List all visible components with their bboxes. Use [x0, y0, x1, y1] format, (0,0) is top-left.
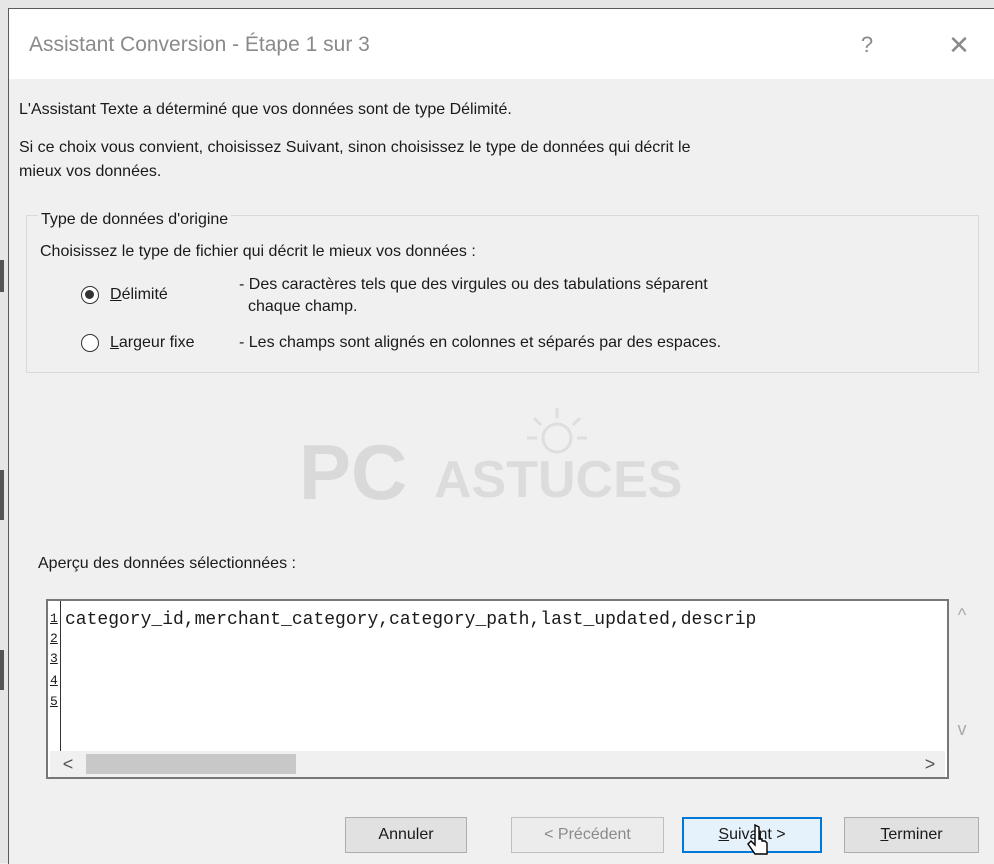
fixed-width-label-rest: argeur fixe — [118, 334, 195, 351]
sun-icon: PC ASTUCES — [299, 408, 682, 516]
intro-line-2: Si ce choix vous convient, choisissez Su… — [19, 139, 691, 156]
outer-left-edge — [0, 0, 8, 863]
intro-line-3: mieux vos données. — [19, 163, 162, 180]
next-accelerator: S — [718, 826, 730, 843]
scroll-right-arrow-icon[interactable]: > — [920, 754, 940, 774]
line-number: 3 — [50, 651, 58, 666]
delimited-accelerator: D — [110, 286, 122, 303]
delimited-description-line-2: chaque champ. — [248, 298, 358, 315]
title-bar: Assistant Conversion - Étape 1 sur 3 ? ✕ — [9, 9, 994, 79]
origin-type-legend: Type de données d'origine — [38, 211, 232, 229]
vertical-scrollbar[interactable]: ^ v — [952, 599, 972, 749]
fixed-width-accelerator: L — [110, 334, 119, 351]
window-edge-mark — [0, 470, 4, 520]
data-preview-pane[interactable]: 1 2 3 4 5 category_id,merchant_category,… — [46, 599, 949, 779]
line-number: 5 — [50, 694, 58, 709]
finish-button[interactable]: Terminer — [844, 817, 979, 853]
previous-button[interactable]: < Précédent — [511, 817, 664, 853]
close-button[interactable]: ✕ — [939, 27, 979, 63]
pc-astuces-watermark-logo: PC ASTUCES — [294, 404, 724, 516]
mouse-pointer-icon — [747, 823, 768, 855]
cancel-button[interactable]: Annuler — [345, 817, 467, 853]
scroll-up-arrow-icon[interactable]: ^ — [952, 605, 972, 625]
delimited-label-rest: élimité — [121, 286, 168, 303]
horizontal-scroll-thumb[interactable] — [86, 754, 296, 774]
delimited-radio[interactable] — [81, 286, 99, 304]
origin-type-prompt: Choisissez le type de fichier qui décrit… — [40, 243, 476, 260]
scroll-left-arrow-icon[interactable]: < — [58, 754, 78, 774]
svg-text:PC: PC — [299, 428, 407, 514]
finish-label-rest: erminer — [888, 826, 943, 843]
window-edge-mark — [0, 650, 4, 690]
delimited-label[interactable]: Délimité — [110, 285, 168, 305]
line-number: 4 — [50, 673, 58, 688]
preview-label: Aperçu des données sélectionnées : — [38, 555, 296, 572]
delimited-description-line-1: - Des caractères tels que des virgules o… — [239, 276, 708, 293]
text-import-wizard-dialog: Assistant Conversion - Étape 1 sur 3 ? ✕… — [8, 8, 994, 864]
line-number: 2 — [50, 631, 58, 646]
svg-text:ASTUCES: ASTUCES — [434, 451, 682, 509]
dialog-title: Assistant Conversion - Étape 1 sur 3 — [29, 33, 370, 56]
intro-line-1: L'Assistant Texte a déterminé que vos do… — [19, 101, 512, 118]
help-button[interactable]: ? — [847, 27, 887, 63]
fixed-width-radio[interactable] — [81, 334, 99, 352]
outer-top-edge — [0, 0, 994, 8]
fixed-width-description: - Les champs sont alignés en colonnes et… — [239, 334, 722, 351]
window-edge-mark — [0, 260, 4, 292]
radio-selected-dot — [85, 290, 94, 299]
fixed-width-label[interactable]: Largeur fixe — [110, 333, 195, 353]
line-number: 1 — [50, 611, 58, 626]
horizontal-scrollbar[interactable]: < > — [50, 751, 945, 777]
scroll-down-arrow-icon[interactable]: v — [952, 719, 972, 739]
preview-row: category_id,merchant_category,category_p… — [65, 610, 757, 630]
